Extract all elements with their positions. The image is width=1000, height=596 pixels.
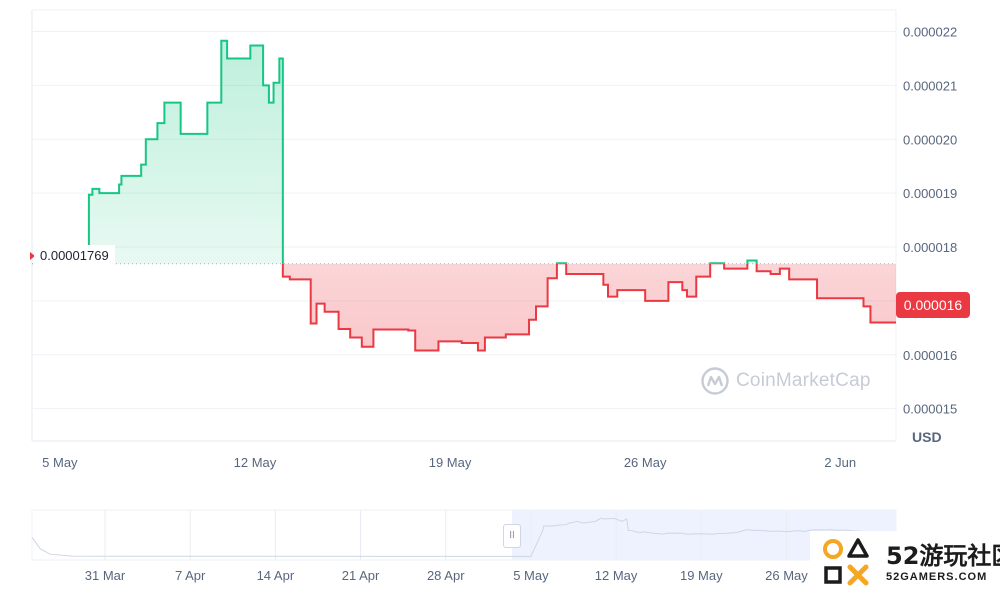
gamepad-symbols-icon	[823, 538, 869, 586]
y-tick-label: 0.000022	[903, 25, 957, 40]
navigator-tick-label: 31 Mar	[85, 568, 126, 583]
x-tick-label: 5 May	[42, 455, 78, 470]
reference-price-label: 0.00001769	[34, 245, 115, 267]
current-price-badge: 0.000016	[896, 292, 970, 318]
navigator-tick-label: 26 May	[765, 568, 808, 583]
watermark-text: CoinMarketCap	[736, 370, 871, 391]
time-navigator[interactable]: 31 Mar 7 Apr 14 Apr 21 Apr 28 Apr 5 May 12 May…	[31, 509, 897, 583]
x-tick-label: 12 May	[234, 455, 277, 470]
y-axis-unit: USD	[912, 429, 942, 445]
y-tick-label: 0.000016	[903, 348, 957, 363]
navigator-axis: 31 Mar 7 Apr 14 Apr 21 Apr 28 Apr 5 May 12 May…	[85, 568, 809, 583]
navigator-tick-label: 5 May	[513, 568, 549, 583]
y-tick-label: 0.000021	[903, 78, 957, 93]
x-tick-label: 26 May	[624, 455, 667, 470]
y-tick-label: 0.000019	[903, 186, 957, 201]
price-chart[interactable]: 0.0000150.0000160.0000170.0000180.000019…	[0, 0, 1000, 596]
logo-domain: 52GAMERS.COM	[886, 571, 988, 583]
y-tick-label: 0.000018	[903, 240, 957, 255]
navigator-tick-label: 21 Apr	[342, 568, 380, 583]
y-tick-label: 0.000015	[903, 402, 957, 417]
watermark: CoinMarketCap	[700, 366, 871, 396]
navigator-tick-label: 28 Apr	[427, 568, 465, 583]
y-tick-label: 0.000020	[903, 132, 957, 147]
navigator-tick-label: 7 Apr	[175, 568, 206, 583]
navigator-handle[interactable]: II	[503, 524, 521, 548]
logo-title: 52游玩社区	[886, 542, 1000, 570]
x-tick-label: 19 May	[429, 455, 472, 470]
navigator-tick-label: 14 Apr	[257, 568, 295, 583]
x-tick-label: 2 Jun	[824, 455, 856, 470]
navigator-tick-label: 12 May	[595, 568, 638, 583]
coinmarketcap-logo-icon	[701, 367, 729, 395]
y-axis: 0.0000150.0000160.0000170.0000180.000019…	[903, 25, 957, 417]
navigator-tick-label: 19 May	[680, 568, 723, 583]
x-axis: 5 May 12 May 19 May 26 May 2 Jun	[42, 455, 856, 470]
